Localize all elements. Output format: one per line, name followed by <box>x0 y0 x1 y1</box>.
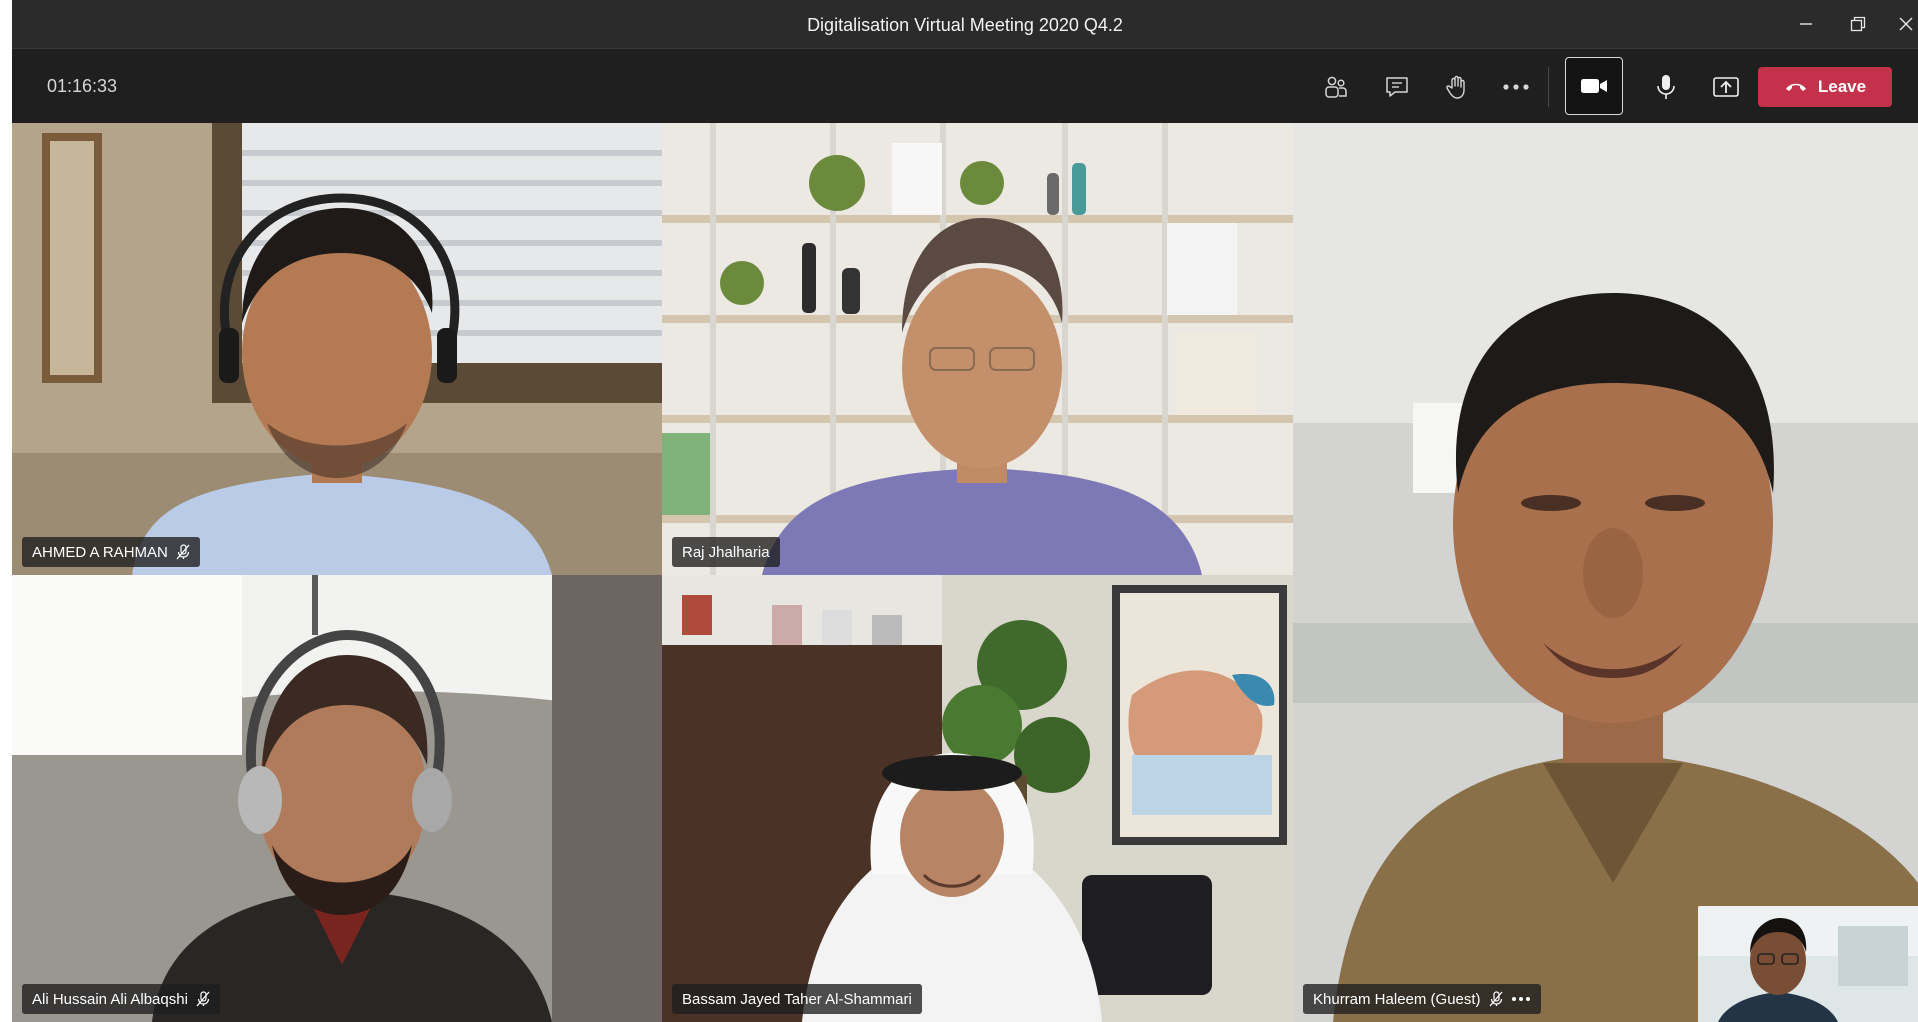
participant-name-tag: Raj Jhalharia <box>672 537 780 567</box>
participant-video-feed <box>662 575 1293 1022</box>
self-view-preview[interactable] <box>1698 906 1918 1022</box>
desktop-edge <box>0 0 12 1022</box>
participant-more-icon[interactable] <box>1511 996 1531 1002</box>
close-window-button[interactable] <box>1882 0 1918 48</box>
participant-name: Ali Hussain Ali Albaqshi <box>32 990 188 1008</box>
meeting-title: Digitalisation Virtual Meeting 2020 Q4.2 <box>807 15 1123 35</box>
participant-name-tag: Bassam Jayed Taher Al-Shammari <box>672 984 922 1014</box>
participant-video-tile[interactable]: AHMED A RAHMAN <box>12 123 662 575</box>
microphone-icon <box>1657 75 1675 99</box>
share-screen-icon <box>1713 77 1739 97</box>
minimize-icon <box>1800 23 1812 25</box>
participant-video-tile[interactable]: Ali Hussain Ali Albaqshi <box>12 575 662 1022</box>
participant-video-tile[interactable]: Raj Jhalharia <box>662 123 1293 575</box>
hang-up-icon <box>1785 83 1806 91</box>
chat-button[interactable] <box>1373 63 1421 111</box>
participant-name-tag: AHMED A RAHMAN <box>22 537 200 567</box>
raise-hand-button[interactable] <box>1433 63 1481 111</box>
window-titlebar: Digitalisation Virtual Meeting 2020 Q4.2 <box>12 0 1918 49</box>
muted-mic-icon <box>196 991 210 1007</box>
participant-name-tag: Khurram Haleem (Guest) <box>1303 984 1541 1014</box>
meeting-timer: 01:16:33 <box>47 76 118 96</box>
participants-button[interactable] <box>1312 63 1360 111</box>
muted-mic-icon <box>176 544 190 560</box>
participant-name: AHMED A RAHMAN <box>32 543 168 561</box>
more-options-icon <box>1503 84 1529 90</box>
raise-hand-icon <box>1446 75 1465 99</box>
participant-name: Raj Jhalharia <box>682 543 770 561</box>
close-icon <box>1899 17 1913 31</box>
more-options-button[interactable] <box>1492 63 1540 111</box>
leave-button[interactable]: Leave <box>1758 67 1892 107</box>
toolbar-separator <box>1548 67 1549 107</box>
video-stage: AHMED A RAHMAN Raj Jhalharia Khurram Hal… <box>12 123 1918 1022</box>
participants-icon <box>1325 76 1347 98</box>
camera-icon <box>1581 79 1607 93</box>
participant-name-tag: Ali Hussain Ali Albaqshi <box>22 984 220 1014</box>
participant-video-feed <box>12 123 662 575</box>
restore-icon <box>1850 16 1866 32</box>
share-screen-button[interactable] <box>1702 63 1750 111</box>
participant-video-feed <box>1293 123 1918 1022</box>
chat-icon <box>1386 77 1408 97</box>
minimize-button[interactable] <box>1782 0 1830 48</box>
self-video-feed <box>1698 906 1918 1022</box>
meeting-toolbar: 01:16:33 Leave <box>12 49 1918 123</box>
participant-video-feed <box>12 575 662 1022</box>
participant-video-tile[interactable]: Khurram Haleem (Guest) <box>1293 123 1918 1022</box>
microphone-toggle-button[interactable] <box>1642 63 1690 111</box>
leave-label: Leave <box>1817 77 1867 96</box>
participant-name: Bassam Jayed Taher Al-Shammari <box>682 990 912 1008</box>
muted-mic-icon <box>1489 991 1503 1007</box>
restore-button[interactable] <box>1834 0 1882 48</box>
camera-toggle-button[interactable] <box>1565 57 1623 115</box>
participant-video-feed <box>662 123 1293 575</box>
participant-video-tile[interactable]: Bassam Jayed Taher Al-Shammari <box>662 575 1293 1022</box>
participant-name: Khurram Haleem (Guest) <box>1313 990 1481 1008</box>
